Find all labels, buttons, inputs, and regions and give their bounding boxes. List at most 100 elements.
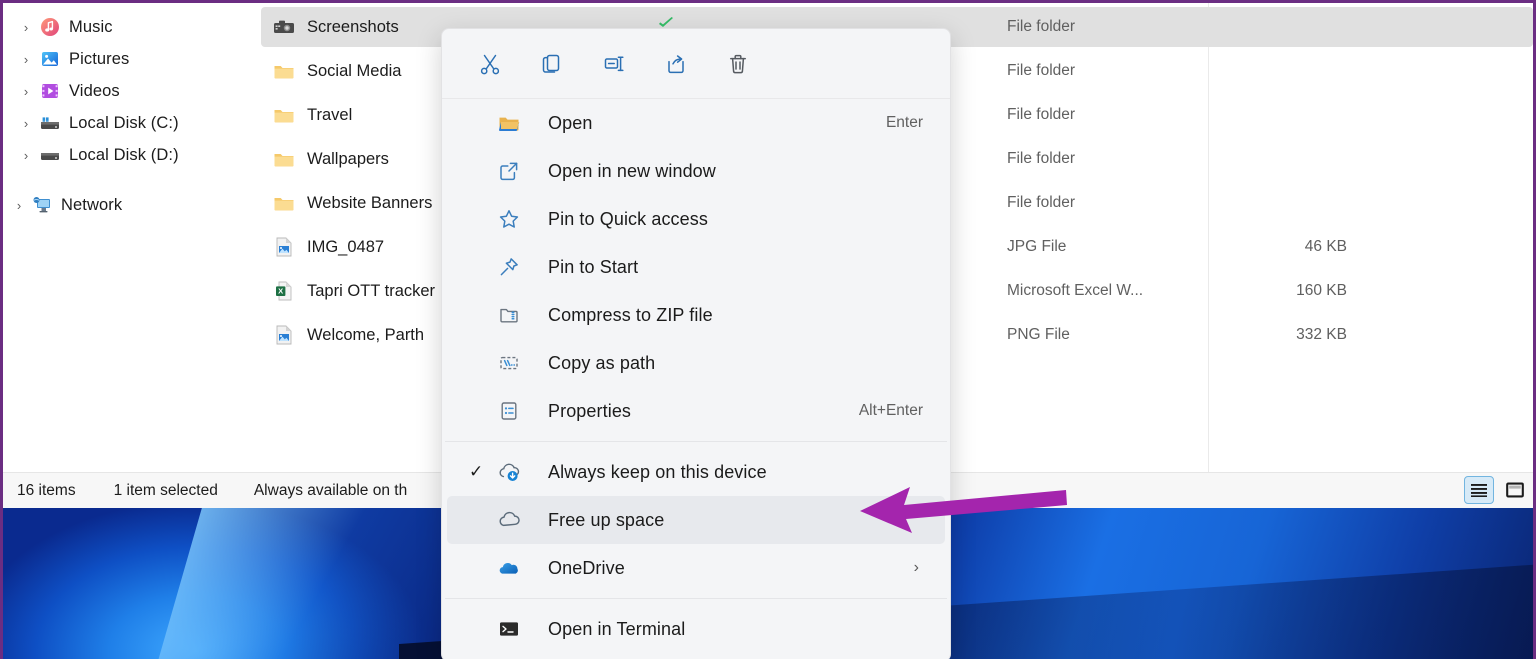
- file-size: 160 KB: [1296, 282, 1347, 299]
- status-availability: Always available on th: [253, 481, 408, 499]
- menu-separator: [445, 441, 947, 442]
- chevron-right-icon[interactable]: ›: [15, 149, 37, 162]
- file-type: PNG File: [1007, 326, 1070, 343]
- menu-item-copy-as-path[interactable]: Copy as path: [447, 339, 945, 387]
- folder-icon: [269, 150, 299, 168]
- context-menu-toolbar: [442, 29, 950, 99]
- menu-item-label: OneDrive: [548, 557, 625, 578]
- network-icon: [29, 195, 55, 215]
- zip-icon: [496, 304, 522, 326]
- menu-item-pin-to-quick-access[interactable]: Pin to Quick access: [447, 195, 945, 243]
- status-item-count: 16 items: [17, 481, 76, 499]
- folder-icon: [269, 62, 299, 80]
- checkmark-icon: ✓: [469, 462, 484, 481]
- chevron-right-icon[interactable]: ›: [9, 199, 29, 212]
- cut-icon: [480, 54, 500, 74]
- share-icon: [668, 54, 684, 73]
- cloud-free-icon: [496, 509, 522, 531]
- onedrive-icon: [496, 557, 522, 579]
- terminal-icon: [496, 619, 522, 639]
- screenshot-root: › Music › Pictures › Videos › Local Disk…: [0, 0, 1536, 659]
- pin-icon: [496, 256, 522, 278]
- file-type: File folder: [1007, 62, 1076, 79]
- music-icon: [37, 17, 63, 37]
- excel-file-icon: X: [269, 281, 299, 301]
- chevron-right-icon[interactable]: ›: [15, 117, 37, 130]
- menu-item-compress-to-zip[interactable]: Compress to ZIP file: [447, 291, 945, 339]
- details-view-button[interactable]: [1464, 476, 1494, 504]
- file-type: Microsoft Excel W...: [1007, 282, 1144, 299]
- menu-item-label: Compress to ZIP file: [548, 304, 713, 325]
- sync-status-icon: [659, 17, 673, 27]
- chevron-right-icon[interactable]: ›: [15, 85, 37, 98]
- open-folder-icon: [496, 114, 522, 133]
- file-type: JPG File: [1007, 238, 1067, 255]
- copy-icon: [542, 54, 560, 73]
- menu-item-always-keep-on-this-device[interactable]: ✓ Always keep on this device: [447, 448, 945, 496]
- file-type: File folder: [1007, 18, 1076, 35]
- pictures-icon: [37, 49, 63, 69]
- image-file-icon: [269, 237, 299, 257]
- videos-icon: [37, 81, 63, 101]
- menu-item-onedrive[interactable]: OneDrive ›: [447, 544, 945, 592]
- context-menu: Open Enter Open in new window Pin to Qui…: [441, 28, 951, 659]
- details-view-icon: [1471, 484, 1487, 497]
- menu-item-label: Always keep on this device: [548, 461, 767, 482]
- image-file-icon: [269, 325, 299, 345]
- chevron-right-icon[interactable]: ›: [15, 53, 37, 66]
- sidebar-item-label: Local Disk (D:): [69, 145, 179, 164]
- rename-button[interactable]: [584, 43, 644, 85]
- sidebar-item-pictures[interactable]: › Pictures: [9, 43, 249, 75]
- wallpaper-left-panel: [3, 508, 463, 659]
- menu-item-pin-to-start[interactable]: Pin to Start: [447, 243, 945, 291]
- rename-icon: [604, 55, 624, 71]
- file-type: File folder: [1007, 194, 1076, 211]
- copy-path-icon: [496, 352, 522, 374]
- drive-c-icon: [37, 113, 63, 133]
- navigation-pane: › Music › Pictures › Videos › Local Disk…: [3, 3, 255, 508]
- menu-item-properties[interactable]: Properties Alt+Enter: [447, 387, 945, 435]
- menu-item-free-up-space[interactable]: Free up space: [447, 496, 945, 544]
- large-icons-view-button[interactable]: [1500, 476, 1530, 504]
- chevron-right-icon[interactable]: ›: [914, 559, 919, 577]
- cut-button[interactable]: [460, 43, 520, 85]
- sidebar-item-label: Network: [61, 195, 123, 214]
- chevron-right-icon[interactable]: ›: [15, 21, 37, 34]
- drive-d-icon: [37, 145, 63, 165]
- sidebar-item-local-disk-d[interactable]: › Local Disk (D:): [9, 139, 249, 171]
- sidebar-item-label: Pictures: [69, 49, 130, 68]
- menu-item-open-in-terminal[interactable]: Open in Terminal: [447, 605, 945, 653]
- file-size: 332 KB: [1296, 326, 1347, 343]
- delete-icon: [730, 54, 746, 73]
- view-toggle-group: [1464, 476, 1530, 504]
- menu-item-label: Properties: [548, 400, 632, 421]
- sidebar-item-label: Music: [69, 17, 113, 36]
- sidebar-item-music[interactable]: › Music: [9, 11, 249, 43]
- star-icon: [496, 208, 522, 230]
- menu-separator: [445, 598, 947, 599]
- sidebar-item-videos[interactable]: › Videos: [9, 75, 249, 107]
- file-type: File folder: [1007, 150, 1076, 167]
- cloud-keep-icon: [496, 461, 522, 483]
- properties-icon: [496, 400, 522, 422]
- file-type: File folder: [1007, 106, 1076, 123]
- sidebar-item-label: Videos: [69, 81, 120, 100]
- menu-item-label: Pin to Quick access: [548, 208, 708, 229]
- sidebar-item-network[interactable]: › Network: [9, 189, 249, 221]
- delete-button[interactable]: [708, 43, 768, 85]
- menu-item-open-in-new-window[interactable]: Open in new window: [447, 147, 945, 195]
- menu-item-open[interactable]: Open Enter: [447, 99, 945, 147]
- svg-text:X: X: [278, 287, 283, 296]
- menu-item-label: Pin to Start: [548, 256, 639, 277]
- menu-item-label: Open in Terminal: [548, 618, 686, 639]
- share-button[interactable]: [646, 43, 706, 85]
- menu-item-label: Copy as path: [548, 352, 656, 373]
- folder-icon: [269, 194, 299, 212]
- sidebar-item-local-disk-c[interactable]: › Local Disk (C:): [9, 107, 249, 139]
- file-size: 46 KB: [1304, 238, 1347, 255]
- folder-icon: [269, 106, 299, 124]
- sidebar-item-label: Local Disk (C:): [69, 113, 179, 132]
- status-selection: 1 item selected: [113, 481, 218, 499]
- copy-button[interactable]: [522, 43, 582, 85]
- menu-item-label: Open: [548, 112, 593, 133]
